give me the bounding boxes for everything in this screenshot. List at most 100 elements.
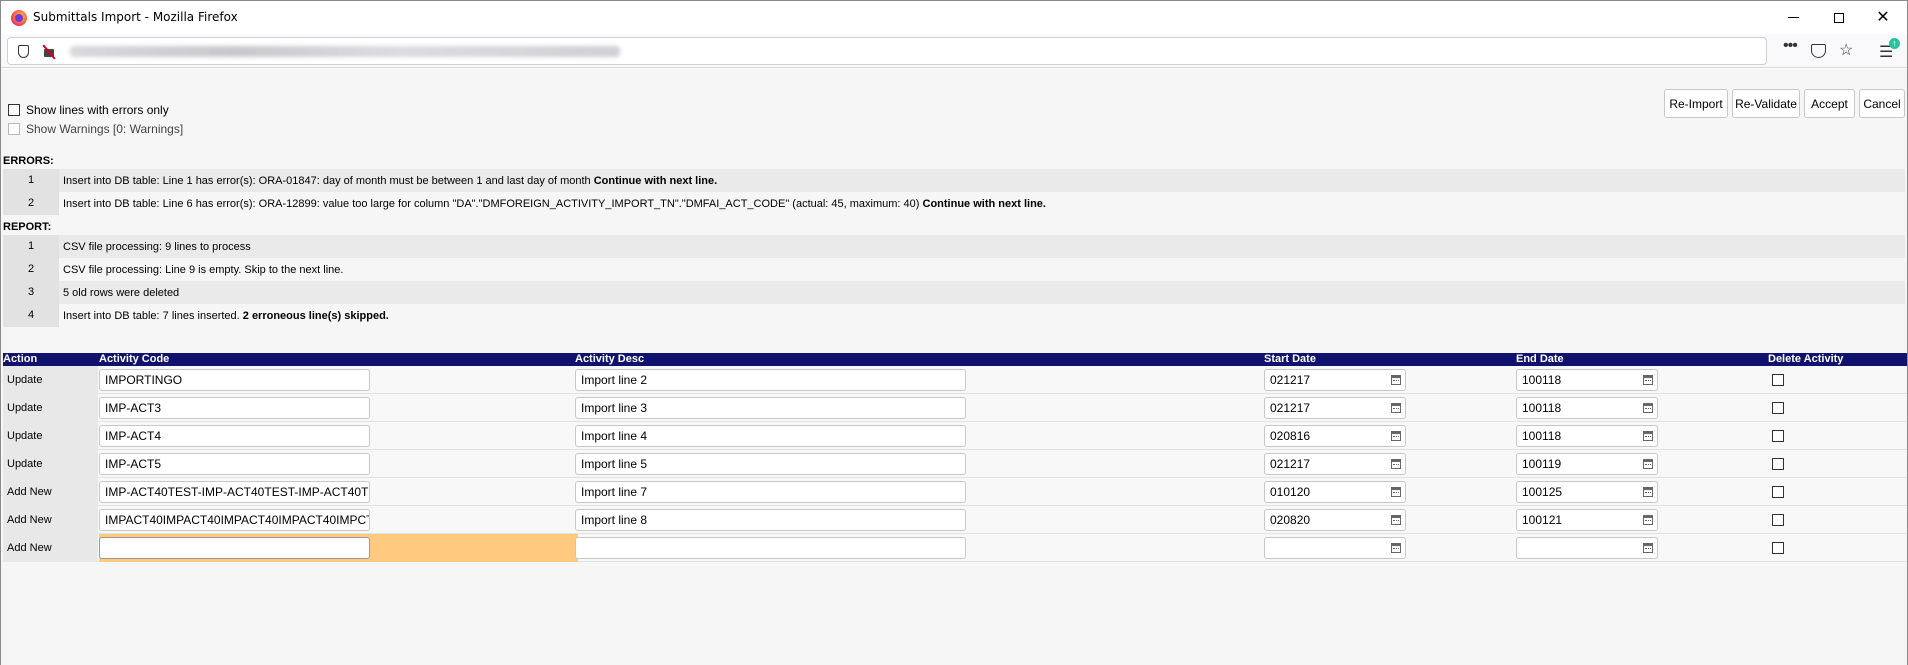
close-icon: ✕ [1876,8,1890,26]
column-start-date: Start Date [1264,353,1316,365]
end-date-input[interactable] [1516,537,1658,559]
end-date-input[interactable]: 100125 [1516,481,1658,503]
show-warnings-label: Show Warnings [0: Warnings] [26,122,184,136]
calendar-icon[interactable] [1643,515,1653,525]
calendar-icon[interactable] [1643,487,1653,497]
report-row: 4 Insert into DB table: 7 lines inserted… [3,304,1905,327]
column-activity-desc: Activity Desc [575,353,645,365]
column-end-date: End Date [1516,353,1564,365]
end-date-value: 100121 [1522,513,1563,527]
star-icon[interactable]: ☆ [1839,40,1853,60]
action-cell: Update [3,366,98,394]
start-date-input[interactable]: 020816 [1264,425,1406,447]
table-row: Update IMP-ACT4 Import line 4 020816 100… [3,422,1907,450]
maximize-icon [1834,12,1844,23]
action-cell: Add New [3,506,98,534]
start-date-input[interactable]: 021217 [1264,397,1406,419]
calendar-icon[interactable] [1643,375,1653,385]
delete-activity-checkbox[interactable] [1772,542,1784,554]
activity-code-input[interactable]: IMP-ACT40TEST-IMP-ACT40TEST-IMP-ACT40T [99,481,370,503]
activity-code-input[interactable]: IMP-ACT5 [99,453,370,475]
report-message: 5 old rows were deleted [63,286,180,299]
start-date-input[interactable] [1264,537,1406,559]
start-date-input[interactable]: 020820 [1264,509,1406,531]
activity-desc-input[interactable]: Import line 3 [575,397,966,419]
grid-header: Action Activity Code Activity Desc Start… [3,353,1907,366]
report-row-text: Insert into DB table: 7 lines inserted. … [59,310,389,322]
calendar-icon[interactable] [1391,375,1401,385]
error-row: 2 Insert into DB table: Line 6 has error… [3,192,1905,215]
activity-code-input[interactable]: IMPORTINGO [99,369,370,391]
report-note: 2 erroneous line(s) skipped. [242,309,389,322]
end-date-input[interactable]: 100118 [1516,425,1658,447]
end-date-input[interactable]: 100119 [1516,453,1658,475]
table-row: Add New IMPACT40IMPACT40IMPACT40IMPACT40… [3,506,1907,534]
activity-code-input[interactable]: IMP-ACT4 [99,425,370,447]
report-row-number: 1 [3,235,59,258]
report-message: CSV file processing: Line 9 is empty. Sk… [63,263,344,276]
start-date-input[interactable]: 010120 [1264,481,1406,503]
calendar-icon[interactable] [1391,515,1401,525]
table-row: Update IMP-ACT5 Import line 5 021217 100… [3,450,1907,478]
revalidate-button[interactable]: Re-Validate [1732,89,1800,118]
browser-navbar: ••• ☆ ☰ ↑ [1,34,1907,68]
error-continue-note: Continue with next line. [922,197,1046,210]
maximize-button[interactable] [1815,1,1863,34]
show-errors-only-label: Show lines with errors only [26,103,169,117]
table-row: Update IMPORTINGO Import line 2 021217 1… [3,366,1907,394]
show-errors-only-option[interactable]: Show lines with errors only [8,103,169,117]
accept-button[interactable]: Accept [1804,89,1855,118]
shield-icon[interactable] [18,45,29,58]
delete-activity-checkbox[interactable] [1772,402,1784,414]
close-button[interactable]: ✕ [1859,1,1907,34]
activity-code-input[interactable]: IMP-ACT3 [99,397,370,419]
column-action: Action [3,353,38,365]
report-header: REPORT: [3,221,52,233]
calendar-icon[interactable] [1643,459,1653,469]
activity-desc-input[interactable]: Import line 2 [575,369,966,391]
end-date-input[interactable]: 100118 [1516,369,1658,391]
activity-code-input[interactable]: IMPACT40IMPACT40IMPACT40IMPACT40IMPCT [99,509,370,531]
delete-activity-checkbox[interactable] [1772,374,1784,386]
activity-desc-input[interactable]: Import line 8 [575,509,966,531]
calendar-icon[interactable] [1391,403,1401,413]
end-date-input[interactable]: 100118 [1516,397,1658,419]
calendar-icon[interactable] [1391,459,1401,469]
delete-activity-checkbox[interactable] [1772,514,1784,526]
activity-desc-input[interactable]: Import line 7 [575,481,966,503]
pocket-icon[interactable] [1811,44,1826,58]
start-date-input[interactable]: 021217 [1264,369,1406,391]
column-delete-activity: Delete Activity [1768,353,1844,365]
report-row-number: 3 [3,281,59,304]
calendar-icon[interactable] [1643,403,1653,413]
reimport-button[interactable]: Re-Import [1664,89,1728,118]
calendar-icon[interactable] [1643,431,1653,441]
calendar-icon[interactable] [1391,543,1401,553]
action-cell: Add New [3,534,98,562]
start-date-input[interactable]: 021217 [1264,453,1406,475]
activity-desc-input[interactable]: Import line 4 [575,425,966,447]
delete-activity-checkbox[interactable] [1772,458,1784,470]
activity-desc-input[interactable]: Import line 5 [575,453,966,475]
report-row-text: CSV file processing: 9 lines to process [59,241,251,253]
start-date-value: 020816 [1270,429,1311,443]
report-row: 3 5 old rows were deleted [3,281,1905,304]
error-row-text: Insert into DB table: Line 1 has error(s… [59,175,717,187]
delete-activity-checkbox[interactable] [1772,430,1784,442]
activity-desc-input[interactable] [575,537,966,559]
show-warnings-checkbox [8,123,20,135]
calendar-icon[interactable] [1391,487,1401,497]
minimize-button[interactable] [1769,1,1817,34]
end-date-input[interactable]: 100121 [1516,509,1658,531]
more-icon[interactable]: ••• [1783,37,1798,55]
calendar-icon[interactable] [1391,431,1401,441]
insecure-lock-icon[interactable] [42,44,56,58]
delete-activity-checkbox[interactable] [1772,486,1784,498]
calendar-icon[interactable] [1643,543,1653,553]
table-row: Add New IMP-ACT40TEST-IMP-ACT40TEST-IMP-… [3,478,1907,506]
address-bar[interactable] [7,37,1767,65]
error-message: Insert into DB table: Line 6 has error(s… [63,197,923,210]
cancel-button[interactable]: Cancel [1859,89,1905,118]
show-errors-only-checkbox[interactable] [8,104,20,116]
activity-code-input[interactable] [99,537,370,559]
